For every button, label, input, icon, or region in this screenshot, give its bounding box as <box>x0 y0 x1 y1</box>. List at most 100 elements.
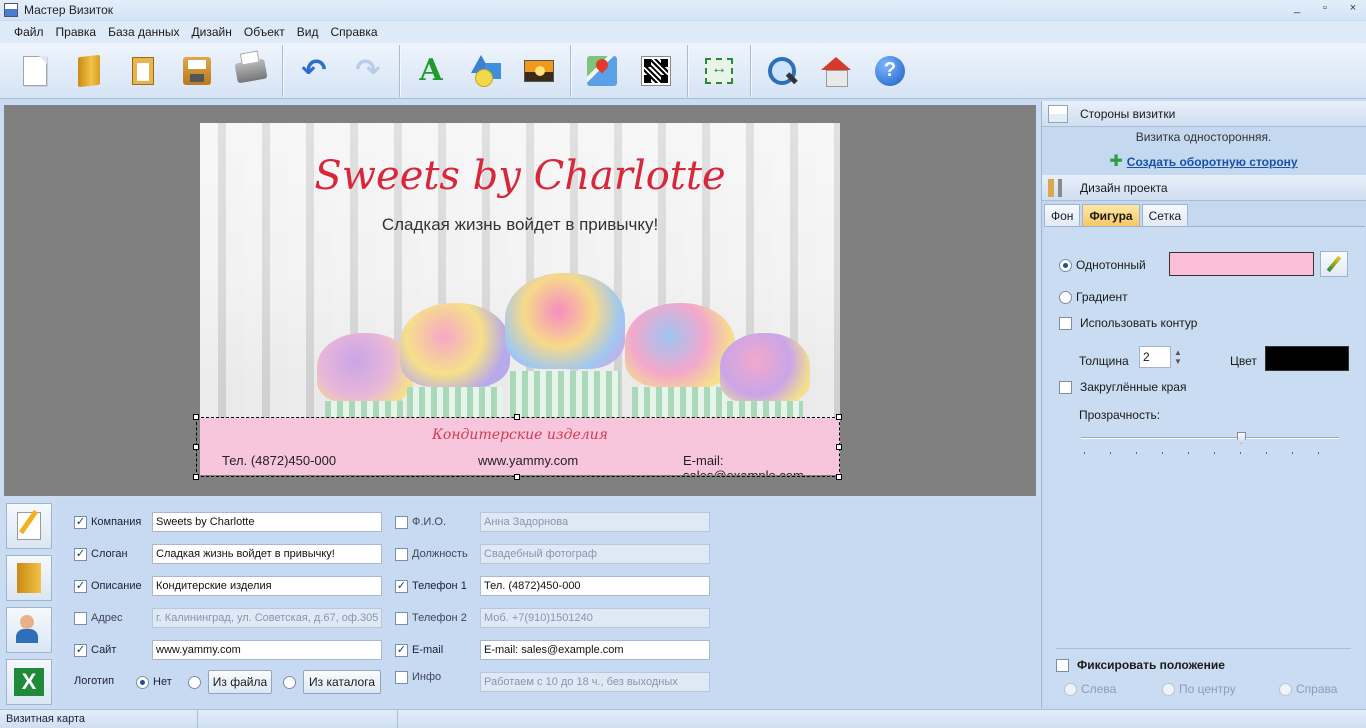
phone1-checkbox[interactable] <box>395 579 408 593</box>
site-input[interactable]: www.yammy.com <box>152 640 382 660</box>
site-checkbox[interactable] <box>74 643 87 657</box>
excel-import-button[interactable]: X <box>6 659 52 705</box>
align-center-radio[interactable] <box>1162 682 1175 696</box>
home-button[interactable] <box>816 49 856 93</box>
address-checkbox[interactable] <box>74 611 87 625</box>
tab-grid[interactable]: Сетка <box>1141 204 1189 226</box>
info-input[interactable]: Работаем с 10 до 18 ч., без выходных <box>480 672 710 692</box>
resize-handle[interactable] <box>514 474 520 480</box>
resize-handle[interactable] <box>836 474 842 480</box>
logo-from-file-button[interactable]: Из файла <box>208 670 272 694</box>
minimize-button[interactable]: _ <box>1290 2 1304 14</box>
thickness-input[interactable]: 2 <box>1139 346 1171 368</box>
address-input[interactable]: г. Калининград, ул. Советская, д.67, оф.… <box>152 608 382 628</box>
info-checkbox[interactable] <box>395 670 408 684</box>
create-back-side-link[interactable]: ✚ Создать оборотную сторону <box>1041 151 1366 171</box>
redo-button[interactable]: ↷ <box>348 49 388 93</box>
add-text-button[interactable]: A <box>411 49 451 93</box>
logo-none-radio[interactable] <box>136 675 149 689</box>
phone2-checkbox[interactable] <box>395 611 408 625</box>
logo-none-option[interactable]: Нет <box>136 672 172 692</box>
color-picker-button[interactable] <box>1320 251 1348 277</box>
save-button[interactable] <box>177 49 217 93</box>
fill-color-swatch[interactable] <box>1169 252 1314 276</box>
resize-handle[interactable] <box>836 444 842 450</box>
company-input[interactable]: Sweets by Charlotte <box>152 512 382 532</box>
card-slogan-text[interactable]: Сладкая жизнь войдет в привычку! <box>200 215 840 235</box>
fill-gradient-radio[interactable] <box>1059 290 1072 304</box>
rounded-corners-option[interactable]: Закруглённые края <box>1059 380 1186 394</box>
find-contact-button[interactable] <box>6 607 52 653</box>
fullname-checkbox[interactable] <box>395 515 408 529</box>
menu-bar: Файл Правка База данных Дизайн Объект Ви… <box>0 21 1366 43</box>
close-button[interactable]: × <box>1346 2 1360 14</box>
tab-shape[interactable]: Фигура <box>1082 204 1140 226</box>
email-checkbox[interactable] <box>395 643 408 657</box>
card-company-text[interactable]: Sweets by Charlotte <box>200 153 840 199</box>
opacity-slider-track[interactable] <box>1081 437 1339 439</box>
use-outline-option[interactable]: Использовать контур <box>1059 316 1197 330</box>
fullname-input[interactable]: Анна Задорнова <box>480 512 710 532</box>
add-map-button[interactable] <box>582 49 622 93</box>
opacity-slider-thumb[interactable] <box>1236 432 1246 444</box>
add-image-button[interactable] <box>519 49 559 93</box>
resize-handle[interactable] <box>836 414 842 420</box>
slogan-input[interactable]: Сладкая жизнь войдет в привычку! <box>152 544 382 564</box>
edit-fields-button[interactable] <box>6 503 52 549</box>
fill-solid-radio[interactable] <box>1059 258 1072 272</box>
logo-from-catalog-button[interactable]: Из каталога <box>303 670 381 694</box>
design-canvas[interactable]: Sweets by Charlotte Сладкая жизнь войдет… <box>4 105 1036 496</box>
fix-position-checkbox[interactable] <box>1056 658 1069 672</box>
align-right-option[interactable]: Справа <box>1279 682 1337 696</box>
add-shape-button[interactable] <box>465 49 505 93</box>
email-input[interactable]: E-mail: sales@example.com <box>480 640 710 660</box>
zoom-preview-button[interactable] <box>762 49 802 93</box>
fill-solid-option[interactable]: Однотонный <box>1059 258 1146 272</box>
paste-button[interactable] <box>123 49 163 93</box>
toolbar-separator <box>399 44 400 97</box>
align-right-radio[interactable] <box>1279 682 1292 696</box>
fix-position-option[interactable]: Фиксировать положение <box>1056 658 1225 672</box>
menu-object[interactable]: Объект <box>238 25 291 39</box>
open-button[interactable] <box>69 49 109 93</box>
align-center-option[interactable]: По центру <box>1162 682 1236 696</box>
fit-to-page-button[interactable] <box>699 49 739 93</box>
resize-handle[interactable] <box>193 414 199 420</box>
menu-edit[interactable]: Правка <box>50 25 103 39</box>
resize-handle[interactable] <box>193 474 199 480</box>
thickness-spinner-arrows[interactable]: ▲ ▼ <box>1174 348 1182 366</box>
resize-handle[interactable] <box>514 414 520 420</box>
logo-catalog-radio[interactable] <box>283 676 296 689</box>
tab-background[interactable]: Фон <box>1044 204 1081 226</box>
menu-file[interactable]: Файл <box>8 25 50 39</box>
use-outline-checkbox[interactable] <box>1059 316 1072 330</box>
new-button[interactable] <box>15 49 55 93</box>
fill-gradient-option[interactable]: Градиент <box>1059 290 1128 304</box>
open-database-button[interactable] <box>6 555 52 601</box>
fill-solid-label: Однотонный <box>1076 258 1146 272</box>
align-left-option[interactable]: Слева <box>1064 682 1116 696</box>
align-left-radio[interactable] <box>1064 682 1077 696</box>
maximize-button[interactable]: ▫ <box>1318 2 1332 14</box>
rounded-corners-checkbox[interactable] <box>1059 380 1072 394</box>
position-checkbox[interactable] <box>395 547 408 561</box>
print-button[interactable] <box>231 49 271 93</box>
undo-button[interactable]: ↶ <box>294 49 334 93</box>
description-checkbox[interactable] <box>74 579 87 593</box>
outline-color-swatch[interactable] <box>1265 346 1349 371</box>
menu-help[interactable]: Справка <box>324 25 383 39</box>
phone1-input[interactable]: Тел. (4872)450-000 <box>480 576 710 596</box>
resize-handle[interactable] <box>193 444 199 450</box>
description-input[interactable]: Кондитерские изделия <box>152 576 382 596</box>
logo-file-radio[interactable] <box>188 676 201 689</box>
phone2-input[interactable]: Моб. +7(910)1501240 <box>480 608 710 628</box>
qr-code-button[interactable] <box>636 49 676 93</box>
menu-view[interactable]: Вид <box>291 25 325 39</box>
menu-database[interactable]: База данных <box>102 25 185 39</box>
help-button[interactable]: ? <box>870 49 910 93</box>
menu-design[interactable]: Дизайн <box>186 25 238 39</box>
slogan-checkbox[interactable] <box>74 547 87 561</box>
position-input[interactable]: Свадебный фотограф <box>480 544 710 564</box>
company-checkbox[interactable] <box>74 515 87 529</box>
sides-info-text: Визитка односторонняя. <box>1135 130 1272 144</box>
